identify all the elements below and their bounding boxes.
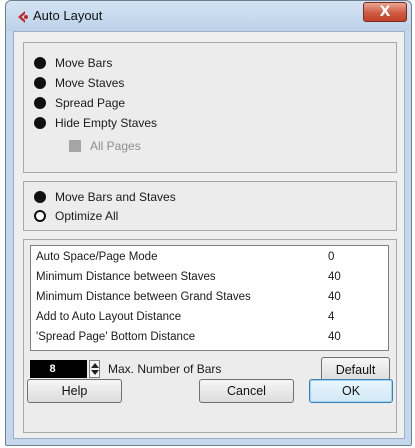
radio-on-icon — [34, 57, 46, 69]
option-label: Spread Page — [55, 96, 126, 110]
max-bars-label: Max. Number of Bars — [108, 362, 222, 376]
mode-move-bars-and-staves[interactable]: Move Bars and Staves — [34, 189, 176, 205]
close-button[interactable]: X — [363, 2, 407, 22]
radio-on-icon — [34, 117, 46, 129]
checkbox-disabled-icon — [69, 140, 81, 152]
row-label: Add to Auto Layout Distance — [36, 311, 182, 323]
option-move-bars[interactable]: Move Bars — [34, 55, 112, 71]
dialog-body: Move Bars Move Staves Spread Page Hide E… — [13, 31, 405, 439]
distance-settings-group: Auto Space/Page Mode 0 Minimum Distance … — [23, 239, 397, 433]
option-label: Move Staves — [55, 76, 125, 90]
mode-label: Optimize All — [55, 209, 119, 223]
radio-off-icon — [34, 210, 46, 222]
row-value[interactable]: 4 — [328, 311, 334, 323]
mode-optimize-all[interactable]: Optimize All — [34, 208, 118, 224]
table-row[interactable]: Minimum Distance between Grand Staves 40 — [31, 288, 388, 306]
max-bars-input[interactable]: 8 — [30, 360, 87, 378]
all-pages-label: All Pages — [90, 139, 141, 153]
table-row[interactable]: Minimum Distance between Staves 40 — [31, 268, 388, 286]
arrow-down-icon[interactable] — [91, 370, 99, 375]
settings-table: Auto Space/Page Mode 0 Minimum Distance … — [30, 245, 389, 351]
option-label: Hide Empty Staves — [55, 116, 158, 130]
option-label: Move Bars — [55, 56, 113, 70]
row-value[interactable]: 0 — [328, 251, 334, 263]
option-hide-empty-staves[interactable]: Hide Empty Staves — [34, 115, 157, 131]
row-value[interactable]: 40 — [328, 271, 341, 283]
row-value[interactable]: 40 — [328, 331, 341, 343]
mode-options-group: Move Bars and Staves Optimize All — [23, 181, 397, 231]
help-button[interactable]: Help — [27, 379, 122, 403]
row-label: Minimum Distance between Staves — [36, 271, 216, 283]
all-pages-checkbox[interactable]: All Pages — [69, 138, 141, 154]
row-label: Auto Space/Page Mode — [36, 251, 158, 263]
title-bar[interactable]: Auto Layout X — [6, 1, 411, 31]
window-title: Auto Layout — [33, 8, 103, 23]
mode-label: Move Bars and Staves — [55, 190, 176, 204]
radio-on-icon — [34, 191, 46, 203]
close-icon: X — [379, 4, 391, 20]
cubase-app-icon — [18, 11, 28, 23]
row-label: 'Spread Page' Bottom Distance — [36, 331, 196, 343]
arrow-up-icon[interactable] — [91, 363, 99, 368]
radio-on-icon — [34, 97, 46, 109]
row-label: Minimum Distance between Grand Staves — [36, 291, 251, 303]
option-spread-page[interactable]: Spread Page — [34, 95, 125, 111]
table-row[interactable]: Add to Auto Layout Distance 4 — [31, 308, 388, 326]
layout-options-group: Move Bars Move Staves Spread Page Hide E… — [23, 42, 397, 173]
option-move-staves[interactable]: Move Staves — [34, 75, 124, 91]
ok-button[interactable]: OK — [309, 379, 393, 403]
table-row[interactable]: 'Spread Page' Bottom Distance 40 — [31, 328, 388, 346]
max-bars-spinner[interactable] — [89, 360, 100, 378]
radio-on-icon — [34, 77, 46, 89]
table-row[interactable]: Auto Space/Page Mode 0 — [31, 248, 388, 266]
auto-layout-dialog: Auto Layout X Move Bars Move Staves Spre… — [5, 0, 412, 446]
cancel-button[interactable]: Cancel — [199, 379, 294, 403]
row-value[interactable]: 40 — [328, 291, 341, 303]
